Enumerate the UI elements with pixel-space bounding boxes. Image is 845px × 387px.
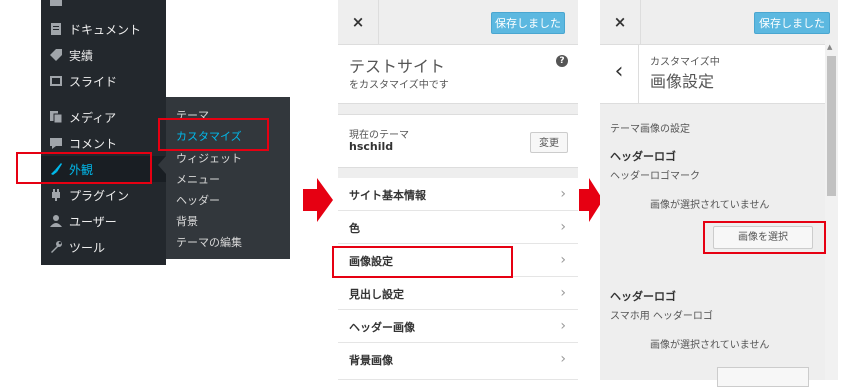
header-logo-title: ヘッダーロゴ	[610, 150, 676, 163]
customizer-panel: × 保存しました テストサイト をカスタマイズ中です ? 現在のテーマ hsch…	[338, 0, 578, 380]
chevron-right-icon: ›	[560, 318, 566, 334]
save-button-2[interactable]: 保存しました	[754, 12, 830, 34]
flyout-pointer	[158, 156, 166, 174]
section-site-identity[interactable]: サイト基本情報 ›	[338, 178, 578, 211]
section-header: ‹ カスタマイズ中 画像設定	[600, 45, 826, 104]
sidebar-item-plugins[interactable]: プラグイン	[41, 182, 166, 208]
sidebar-item-post[interactable]	[41, 0, 166, 14]
site-subtitle: をカスタマイズ中です	[349, 80, 449, 91]
arrow-right-icon	[303, 178, 333, 222]
tag-icon	[49, 48, 63, 62]
sidebar-item-media[interactable]: メディア	[41, 104, 166, 130]
submenu-widgets[interactable]: ウィジェット	[176, 150, 242, 166]
header-logo-desc: ヘッダーロゴマーク	[610, 171, 700, 182]
sidebar-item-users[interactable]: ユーザー	[41, 208, 166, 234]
submenu-header[interactable]: ヘッダー	[176, 192, 220, 208]
close-button[interactable]: ×	[338, 0, 379, 44]
help-icon[interactable]: ?	[556, 55, 568, 67]
highlight-image-settings	[332, 246, 513, 278]
select-image-button-2[interactable]	[717, 367, 809, 387]
mobile-logo-desc: スマホ用 ヘッダーロゴ	[610, 311, 713, 322]
section-background-image[interactable]: 背景画像 ›	[338, 343, 578, 380]
plugin-icon	[49, 188, 63, 202]
chevron-right-icon: ›	[560, 219, 566, 235]
highlight-select-image	[703, 221, 826, 254]
site-info: テストサイト をカスタマイズ中です ?	[338, 45, 578, 104]
sidebar-item-documents[interactable]: ドキュメント	[41, 16, 166, 42]
highlight-customize	[158, 118, 269, 151]
mobile-logo-title: ヘッダーロゴ	[610, 290, 676, 303]
site-title: テストサイト	[349, 57, 446, 76]
section-heading-settings[interactable]: 見出し設定 ›	[338, 277, 578, 310]
admin-sidebar: ドキュメント 実績 スライド メディア コメント 外観 プラグイン ユーザー ツ…	[41, 0, 166, 265]
image-settings-panel: × 保存しました ‹ カスタマイズ中 画像設定 テーマ画像の設定 ヘッダーロゴ …	[600, 0, 838, 387]
back-button[interactable]: ‹	[600, 45, 639, 103]
current-theme-name: hschild	[349, 140, 394, 153]
chevron-right-icon: ›	[560, 252, 566, 268]
customizer-header-2: × 保存しました	[600, 0, 838, 45]
highlight-appearance	[16, 152, 152, 184]
wrench-icon	[49, 240, 63, 254]
document-icon	[49, 22, 63, 36]
sidebar-item-works[interactable]: 実績	[41, 42, 166, 68]
no-image-text: 画像が選択されていません	[650, 200, 770, 211]
customizer-header: × 保存しました	[338, 0, 578, 45]
current-theme: 現在のテーマ hschild 変更	[338, 114, 578, 168]
chevron-right-icon: ›	[560, 186, 566, 202]
sidebar-item-slides[interactable]: スライド	[41, 68, 166, 94]
scrollbar-thumb[interactable]	[827, 56, 836, 196]
no-image-text-2: 画像が選択されていません	[650, 340, 770, 351]
submenu-background[interactable]: 背景	[176, 213, 198, 229]
section-colors[interactable]: 色 ›	[338, 211, 578, 244]
media-icon	[49, 110, 63, 124]
breadcrumb: カスタマイズ中	[650, 57, 720, 68]
chevron-right-icon: ›	[560, 351, 566, 367]
post-icon	[49, 0, 63, 8]
submenu-menus[interactable]: メニュー	[176, 171, 220, 187]
close-button-2[interactable]: ×	[600, 0, 641, 44]
current-theme-label: 現在のテーマ	[349, 130, 409, 141]
change-theme-button[interactable]: 変更	[530, 132, 568, 153]
theme-image-heading: テーマ画像の設定	[610, 124, 690, 135]
comment-icon	[49, 136, 63, 150]
section-title: 画像設定	[650, 72, 715, 91]
section-header-image[interactable]: ヘッダー画像 ›	[338, 310, 578, 343]
slides-icon	[49, 74, 63, 88]
submenu-theme-editor[interactable]: テーマの編集	[176, 234, 242, 250]
chevron-right-icon: ›	[560, 285, 566, 301]
user-icon	[49, 214, 63, 228]
save-button[interactable]: 保存しました	[491, 12, 565, 34]
sidebar-item-tools[interactable]: ツール	[41, 234, 166, 260]
scroll-up-icon[interactable]: ▲	[827, 43, 832, 51]
